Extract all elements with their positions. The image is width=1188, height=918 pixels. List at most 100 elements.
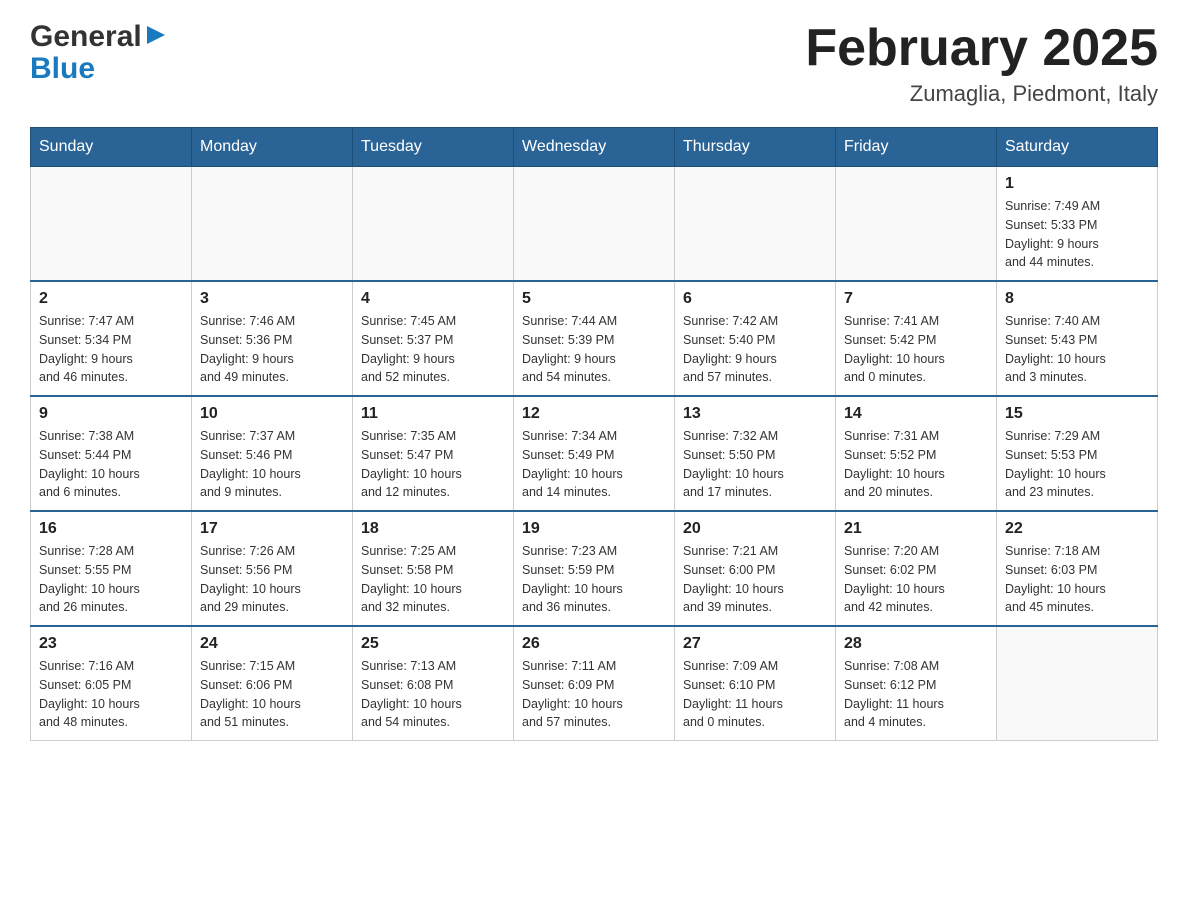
- calendar-day-cell: [31, 167, 192, 282]
- calendar-day-cell: 7 Sunrise: 7:41 AM Sunset: 5:42 PM Daylig…: [836, 281, 997, 396]
- day-number: 7: [844, 290, 988, 308]
- day-number: 3: [200, 290, 344, 308]
- calendar-day-cell: 20 Sunrise: 7:21 AM Sunset: 6:00 PM Dayli…: [675, 511, 836, 626]
- day-number: 26: [522, 635, 666, 653]
- day-number: 14: [844, 405, 988, 423]
- day-info: Sunrise: 7:40 AM Sunset: 5:43 PM Dayligh…: [1005, 312, 1149, 387]
- day-info: Sunrise: 7:15 AM Sunset: 6:06 PM Dayligh…: [200, 657, 344, 732]
- day-info: Sunrise: 7:29 AM Sunset: 5:53 PM Dayligh…: [1005, 427, 1149, 502]
- day-number: 11: [361, 405, 505, 423]
- day-number: 25: [361, 635, 505, 653]
- day-number: 10: [200, 405, 344, 423]
- day-of-week-header: Wednesday: [514, 128, 675, 167]
- calendar-week-row: 23 Sunrise: 7:16 AM Sunset: 6:05 PM Dayli…: [31, 626, 1158, 741]
- day-info: Sunrise: 7:37 AM Sunset: 5:46 PM Dayligh…: [200, 427, 344, 502]
- day-number: 9: [39, 405, 183, 423]
- calendar-day-cell: 22Sunrise: 7:18 AM Sunset: 6:03 PM Dayli…: [997, 511, 1158, 626]
- calendar-day-cell: 17 Sunrise: 7:26 AM Sunset: 5:56 PM Dayli…: [192, 511, 353, 626]
- day-info: Sunrise: 7:31 AM Sunset: 5:52 PM Dayligh…: [844, 427, 988, 502]
- day-info: Sunrise: 7:46 AM Sunset: 5:36 PM Dayligh…: [200, 312, 344, 387]
- title-section: February 2025 Zumaglia, Piedmont, Italy: [805, 20, 1158, 107]
- day-number: 4: [361, 290, 505, 308]
- day-of-week-header: Friday: [836, 128, 997, 167]
- day-of-week-header: Saturday: [997, 128, 1158, 167]
- logo-blue-text: Blue: [30, 54, 95, 84]
- calendar-day-cell: [675, 167, 836, 282]
- day-info: Sunrise: 7:16 AM Sunset: 6:05 PM Dayligh…: [39, 657, 183, 732]
- day-info: Sunrise: 7:11 AM Sunset: 6:09 PM Dayligh…: [522, 657, 666, 732]
- day-number: 13: [683, 405, 827, 423]
- day-number: 21: [844, 520, 988, 538]
- day-info: Sunrise: 7:28 AM Sunset: 5:55 PM Dayligh…: [39, 542, 183, 617]
- calendar-day-cell: 14 Sunrise: 7:31 AM Sunset: 5:52 PM Dayli…: [836, 396, 997, 511]
- day-of-week-header: Sunday: [31, 128, 192, 167]
- calendar-day-cell: 21 Sunrise: 7:20 AM Sunset: 6:02 PM Dayli…: [836, 511, 997, 626]
- day-info: Sunrise: 7:13 AM Sunset: 6:08 PM Dayligh…: [361, 657, 505, 732]
- day-info: Sunrise: 7:32 AM Sunset: 5:50 PM Dayligh…: [683, 427, 827, 502]
- day-number: 8: [1005, 290, 1149, 308]
- day-number: 12: [522, 405, 666, 423]
- calendar-day-cell: 18 Sunrise: 7:25 AM Sunset: 5:58 PM Dayli…: [353, 511, 514, 626]
- calendar-week-row: 9 Sunrise: 7:38 AM Sunset: 5:44 PM Daylig…: [31, 396, 1158, 511]
- calendar-day-cell: 12 Sunrise: 7:34 AM Sunset: 5:49 PM Dayli…: [514, 396, 675, 511]
- calendar-day-cell: 10 Sunrise: 7:37 AM Sunset: 5:46 PM Dayli…: [192, 396, 353, 511]
- day-info: Sunrise: 7:21 AM Sunset: 6:00 PM Dayligh…: [683, 542, 827, 617]
- calendar-day-cell: 13 Sunrise: 7:32 AM Sunset: 5:50 PM Dayli…: [675, 396, 836, 511]
- day-info: Sunrise: 7:08 AM Sunset: 6:12 PM Dayligh…: [844, 657, 988, 732]
- day-info: Sunrise: 7:20 AM Sunset: 6:02 PM Dayligh…: [844, 542, 988, 617]
- calendar-day-cell: 28 Sunrise: 7:08 AM Sunset: 6:12 PM Dayli…: [836, 626, 997, 741]
- logo-flag-icon: [145, 24, 167, 51]
- day-number: 28: [844, 635, 988, 653]
- calendar-subtitle: Zumaglia, Piedmont, Italy: [805, 81, 1158, 107]
- calendar-day-cell: 8 Sunrise: 7:40 AM Sunset: 5:43 PM Daylig…: [997, 281, 1158, 396]
- calendar-header-row: SundayMondayTuesdayWednesdayThursdayFrid…: [31, 128, 1158, 167]
- calendar-day-cell: 1 Sunrise: 7:49 AM Sunset: 5:33 PM Daylig…: [997, 167, 1158, 282]
- day-number: 15: [1005, 405, 1149, 423]
- calendar-day-cell: 2Sunrise: 7:47 AM Sunset: 5:34 PM Daylig…: [31, 281, 192, 396]
- day-number: 27: [683, 635, 827, 653]
- day-info: Sunrise: 7:26 AM Sunset: 5:56 PM Dayligh…: [200, 542, 344, 617]
- day-info: Sunrise: 7:38 AM Sunset: 5:44 PM Dayligh…: [39, 427, 183, 502]
- day-number: 18: [361, 520, 505, 538]
- calendar-week-row: 16 Sunrise: 7:28 AM Sunset: 5:55 PM Dayli…: [31, 511, 1158, 626]
- calendar-table: SundayMondayTuesdayWednesdayThursdayFrid…: [30, 127, 1158, 741]
- day-number: 16: [39, 520, 183, 538]
- day-info: Sunrise: 7:49 AM Sunset: 5:33 PM Dayligh…: [1005, 197, 1149, 272]
- day-number: 19: [522, 520, 666, 538]
- day-info: Sunrise: 7:25 AM Sunset: 5:58 PM Dayligh…: [361, 542, 505, 617]
- calendar-day-cell: 9 Sunrise: 7:38 AM Sunset: 5:44 PM Daylig…: [31, 396, 192, 511]
- calendar-day-cell: [192, 167, 353, 282]
- calendar-day-cell: [997, 626, 1158, 741]
- day-info: Sunrise: 7:18 AM Sunset: 6:03 PM Dayligh…: [1005, 542, 1149, 617]
- day-info: Sunrise: 7:41 AM Sunset: 5:42 PM Dayligh…: [844, 312, 988, 387]
- day-number: 1: [1005, 175, 1149, 193]
- calendar-day-cell: 5 Sunrise: 7:44 AM Sunset: 5:39 PM Daylig…: [514, 281, 675, 396]
- day-info: Sunrise: 7:23 AM Sunset: 5:59 PM Dayligh…: [522, 542, 666, 617]
- calendar-day-cell: 6 Sunrise: 7:42 AM Sunset: 5:40 PM Daylig…: [675, 281, 836, 396]
- calendar-day-cell: 23 Sunrise: 7:16 AM Sunset: 6:05 PM Dayli…: [31, 626, 192, 741]
- calendar-day-cell: [353, 167, 514, 282]
- calendar-day-cell: 19 Sunrise: 7:23 AM Sunset: 5:59 PM Dayli…: [514, 511, 675, 626]
- calendar-week-row: 2Sunrise: 7:47 AM Sunset: 5:34 PM Daylig…: [31, 281, 1158, 396]
- day-number: 20: [683, 520, 827, 538]
- day-info: Sunrise: 7:45 AM Sunset: 5:37 PM Dayligh…: [361, 312, 505, 387]
- day-of-week-header: Thursday: [675, 128, 836, 167]
- calendar-day-cell: 4 Sunrise: 7:45 AM Sunset: 5:37 PM Daylig…: [353, 281, 514, 396]
- calendar-day-cell: 3 Sunrise: 7:46 AM Sunset: 5:36 PM Daylig…: [192, 281, 353, 396]
- day-number: 5: [522, 290, 666, 308]
- day-info: Sunrise: 7:42 AM Sunset: 5:40 PM Dayligh…: [683, 312, 827, 387]
- day-info: Sunrise: 7:44 AM Sunset: 5:39 PM Dayligh…: [522, 312, 666, 387]
- calendar-day-cell: 27Sunrise: 7:09 AM Sunset: 6:10 PM Dayli…: [675, 626, 836, 741]
- day-info: Sunrise: 7:35 AM Sunset: 5:47 PM Dayligh…: [361, 427, 505, 502]
- day-number: 23: [39, 635, 183, 653]
- calendar-week-row: 1 Sunrise: 7:49 AM Sunset: 5:33 PM Daylig…: [31, 167, 1158, 282]
- day-of-week-header: Tuesday: [353, 128, 514, 167]
- day-number: 6: [683, 290, 827, 308]
- logo: General Blue: [30, 20, 167, 84]
- day-info: Sunrise: 7:34 AM Sunset: 5:49 PM Dayligh…: [522, 427, 666, 502]
- day-info: Sunrise: 7:47 AM Sunset: 5:34 PM Dayligh…: [39, 312, 183, 387]
- calendar-day-cell: 24Sunrise: 7:15 AM Sunset: 6:06 PM Dayli…: [192, 626, 353, 741]
- page-header: General Blue February 2025 Zumaglia, Pie…: [30, 20, 1158, 107]
- day-number: 17: [200, 520, 344, 538]
- day-of-week-header: Monday: [192, 128, 353, 167]
